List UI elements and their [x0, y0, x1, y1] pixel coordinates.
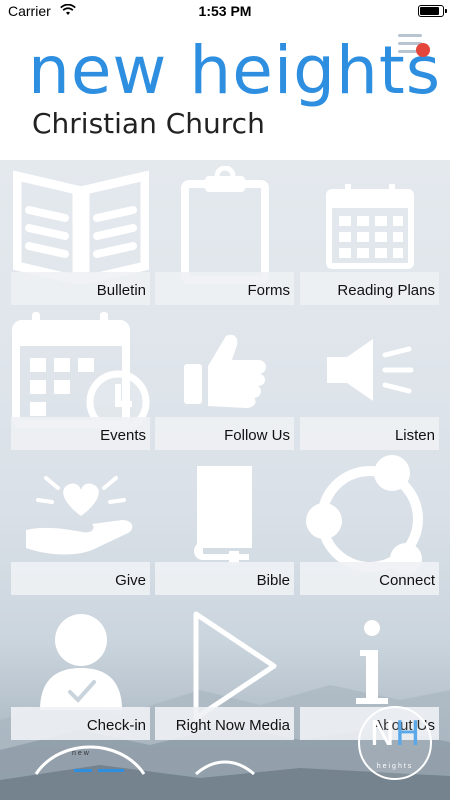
- heart-hand-icon: [11, 455, 150, 575]
- status-time: 1:53 PM: [198, 3, 252, 19]
- info-icon: [300, 600, 439, 720]
- logo-subtitle: heights: [376, 763, 414, 770]
- tile-check-in[interactable]: Check-in: [11, 600, 150, 740]
- user-check-icon: [11, 600, 150, 720]
- tile-label: Give: [115, 572, 146, 589]
- bible-icon: [155, 455, 294, 575]
- menu-button[interactable]: [398, 32, 430, 60]
- battery-icon: [418, 5, 447, 17]
- nh-logo[interactable]: NH heights: [358, 706, 432, 780]
- tile-connect[interactable]: Connect: [300, 455, 439, 595]
- brand-title: new heights: [28, 32, 442, 109]
- tile-label: Follow Us: [224, 427, 290, 444]
- brand-subtitle: Christian Church: [32, 107, 265, 140]
- app-header: new heights Christian Church: [0, 22, 450, 160]
- tile-listen[interactable]: Listen: [300, 310, 439, 450]
- tile-reading-plans[interactable]: Reading Plans: [300, 165, 439, 305]
- thumbs-up-icon: [155, 310, 294, 430]
- tile-forms[interactable]: Forms: [155, 165, 294, 305]
- tile-bible[interactable]: Bible: [155, 455, 294, 595]
- tile-label: Check-in: [86, 717, 146, 734]
- battery-fill: [420, 7, 439, 15]
- tile-label: Right Now Media: [175, 717, 290, 734]
- calendar-clock-icon: [11, 310, 150, 430]
- tile-give[interactable]: Give: [11, 455, 150, 595]
- tile-label: Reading Plans: [337, 282, 435, 299]
- notification-dot: [416, 43, 430, 57]
- tile-label: Bulletin: [96, 282, 146, 299]
- speaker-icon: [300, 310, 439, 430]
- tile-label: Listen: [394, 427, 435, 444]
- tile-label: Connect: [379, 572, 435, 589]
- menu-grid: Bulletin Forms Reading Plans Events Foll…: [0, 160, 450, 800]
- bottom-nav-label: new: [72, 750, 91, 757]
- logo-monogram: NH: [369, 714, 421, 754]
- tile-bulletin[interactable]: Bulletin: [11, 165, 150, 305]
- tile-label: Bible: [256, 572, 290, 589]
- tile-label: Forms: [247, 282, 291, 299]
- status-bar: Carrier 1:53 PM: [0, 0, 450, 22]
- tile-label: Events: [100, 427, 146, 444]
- tile-follow-us[interactable]: Follow Us: [155, 310, 294, 450]
- calendar-icon: [300, 165, 439, 285]
- tile-right-now-media[interactable]: Right Now Media: [155, 600, 294, 740]
- share-icon: [300, 455, 439, 575]
- clipboard-icon: [155, 165, 294, 285]
- play-icon: [155, 600, 294, 720]
- open-book-icon: [11, 165, 150, 285]
- tile-events[interactable]: Events: [11, 310, 150, 450]
